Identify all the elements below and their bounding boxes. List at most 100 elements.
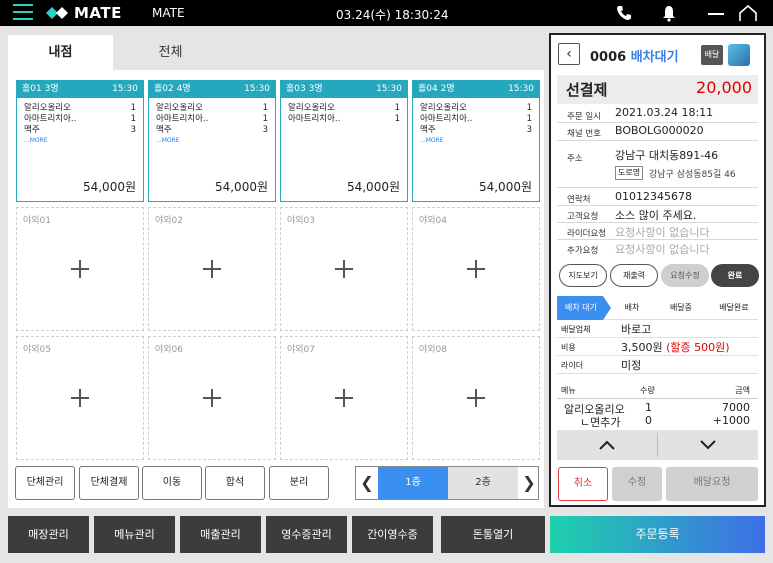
list-item: 아마트리치아.. 1 (420, 114, 532, 124)
empty-table[interactable]: 야외07 (280, 336, 408, 460)
channel-row: 채널 번호 BOBOLG000020 (557, 123, 758, 141)
table-time: 15:30 (112, 84, 138, 94)
customer-request-row: 고객요청 소스 많이 주세요. (557, 206, 758, 223)
empty-table[interactable]: 야외04 (412, 207, 540, 331)
open-drawer-button[interactable]: 돈통열기 (441, 516, 545, 553)
panel-header: ‹ 0006 배차대기 배달 (551, 35, 764, 73)
table-name: 야외02 (155, 216, 184, 226)
group-pay-button[interactable]: 단체결제 (79, 466, 139, 500)
tab-inside[interactable]: 내점 (8, 35, 113, 70)
table-board: 홀01 3명 15:30 알리오올리오 1 아마트리치아.. 1 맥주 3 ...MOR… (8, 70, 544, 508)
order-status: 배차대기 (630, 50, 679, 65)
step-delivering: 배달중 (669, 303, 693, 312)
more-link[interactable]: ...MORE (420, 136, 532, 145)
table-total: 54,000원 (214, 180, 268, 194)
empty-table[interactable]: 야외05 (16, 336, 144, 460)
more-link[interactable]: ...MORE (24, 136, 136, 145)
app-logo: MATE (45, 3, 122, 23)
delivery-request-button[interactable]: 배달요청 (666, 467, 758, 501)
more-link[interactable]: ...MORE (156, 136, 268, 145)
logo-text: MATE (74, 4, 122, 22)
group-manage-button[interactable]: 단체관리 (15, 466, 75, 500)
table-card[interactable]: 홀03 3명 15:30 알리오올리오 1 아마트리치아.. 1 54,000원 (280, 80, 408, 202)
datetime: 03.24(수) 18:30:24 (336, 8, 449, 22)
fee-row: 비용 3,500원 (할증 500원) (557, 338, 758, 356)
scroll-up-button[interactable] (557, 430, 657, 460)
list-item: 알리오올리오 1 (288, 103, 400, 113)
map-view-button[interactable]: 지도보기 (559, 264, 607, 287)
table-name: 야외06 (155, 345, 184, 355)
list-item: 알리오올리오 1 (24, 103, 136, 113)
move-button[interactable]: 이동 (142, 466, 202, 500)
store-manage-button[interactable]: 매장관리 (8, 516, 89, 553)
list-item: 아마트리치아.. 1 (156, 114, 268, 124)
sales-manage-button[interactable]: 매출관리 (180, 516, 261, 553)
scroll-controls (557, 430, 758, 460)
order-time-row: 주문 일시 2021.03.24 18:11 (557, 106, 758, 123)
request-edit-button[interactable]: 요청수정 (661, 264, 709, 287)
table-name: 홀03 3명 (286, 84, 323, 94)
chevron-right-icon[interactable]: ❯ (518, 467, 540, 499)
table-header: 홀04 2명 15:30 (413, 81, 539, 98)
chevron-left-icon[interactable]: ❮ (356, 467, 378, 499)
store-name: MATE (152, 6, 185, 20)
empty-table[interactable]: 야외06 (148, 336, 276, 460)
chevron-up-icon (599, 440, 615, 450)
table-name: 홀04 2명 (418, 84, 455, 94)
empty-table[interactable]: 야외08 (412, 336, 540, 460)
list-item: 알리오올리오 1 (420, 103, 532, 113)
road-tag: 도로명 (615, 166, 644, 180)
plus-icon (71, 260, 89, 278)
prepay-box: 선결제 20,000 (557, 75, 758, 104)
table-name: 야외01 (23, 216, 52, 226)
floor-1-button[interactable]: 1층 (378, 467, 448, 499)
order-detail-panel: ‹ 0006 배차대기 배달 선결제 20,000 주문 일시 2021.03.… (549, 33, 766, 507)
plus-icon (335, 260, 353, 278)
prepay-amount: 20,000 (696, 78, 752, 97)
reprint-button[interactable]: 재출력 (610, 264, 658, 287)
logo-mark-icon (46, 7, 68, 19)
empty-table[interactable]: 야외02 (148, 207, 276, 331)
delivery-steps: 배차 대기 배차 배달중 배달완료 (557, 296, 758, 320)
cancel-button[interactable]: 취소 (558, 467, 608, 501)
floor-2-button[interactable]: 2층 (448, 467, 518, 499)
floor-selector: ❮ 1층 2층 ❯ (355, 466, 539, 500)
menu-icon[interactable] (13, 4, 33, 22)
back-button[interactable]: ‹ (558, 43, 580, 65)
bell-icon[interactable] (660, 4, 678, 22)
table-name: 야외05 (23, 345, 52, 355)
order-number: 0006 (590, 50, 627, 65)
table-card[interactable]: 홀04 2명 15:30 알리오올리오 1 아마트리치아.. 1 맥주 3 ...MOR… (412, 80, 540, 202)
fee-value: 3,500원 (621, 341, 663, 354)
plus-icon (203, 389, 221, 407)
menu-manage-button[interactable]: 메뉴관리 (94, 516, 175, 553)
empty-table[interactable]: 야외01 (16, 207, 144, 331)
tab-all[interactable]: 전체 (118, 35, 223, 70)
edit-button[interactable]: 수정 (612, 467, 662, 501)
receipt-manage-button[interactable]: 영수증관리 (266, 516, 347, 553)
plus-icon (467, 389, 485, 407)
menu-row: 알리오올리오 1 7000 (564, 401, 750, 416)
table-card[interactable]: 홀01 3명 15:30 알리오올리오 1 아마트리치아.. 1 맥주 3 ...MOR… (16, 80, 144, 202)
phone-icon[interactable] (615, 4, 633, 22)
minimize-icon[interactable] (707, 4, 725, 22)
extra-request-row: 추가요청 요청사항이 없습니다 (567, 243, 710, 256)
scroll-down-button[interactable] (658, 430, 758, 460)
order-register-button[interactable]: 주문등록 (550, 516, 765, 553)
table-name: 야외03 (287, 216, 316, 226)
contact-row: 연락처 01012345678 (557, 188, 758, 206)
empty-table[interactable]: 야외03 (280, 207, 408, 331)
plus-icon (467, 260, 485, 278)
order-title: 0006 배차대기 (590, 46, 679, 65)
list-item: 아마트리치아.. 1 (24, 114, 136, 124)
rider-row: 라이더 미정 (557, 356, 758, 374)
table-header: 홀01 3명 15:30 (17, 81, 143, 98)
simple-receipt-button[interactable]: 간이영수증 (352, 516, 433, 553)
list-item: 알리오올리오 1 (156, 103, 268, 113)
home-icon[interactable] (738, 4, 758, 22)
table-card[interactable]: 홀02 4명 15:30 알리오올리오 1 아마트리치아.. 1 맥주 3 ...MOR… (148, 80, 276, 202)
complete-button[interactable]: 완료 (711, 264, 759, 287)
chevron-left-icon: ‹ (566, 46, 572, 62)
split-button[interactable]: 분리 (269, 466, 329, 500)
merge-button[interactable]: 합석 (205, 466, 265, 500)
